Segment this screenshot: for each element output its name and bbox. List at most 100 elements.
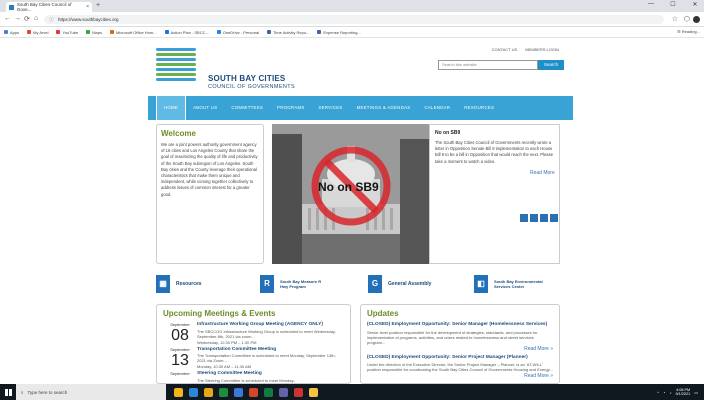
bookmark-item[interactable]: YouTube [56,30,78,35]
bookmark-item[interactable]: My Arvel [27,30,48,35]
measure-r-icon: R [260,275,274,293]
event-item[interactable]: September 13 Transportation Committee Meet… [163,347,344,370]
hero-caption-panel: No on SB9 The South Bay Cities Council o… [429,124,560,264]
event-time: Wednesday, 12:30 PM – 1:30 PM [197,339,257,345]
site-info-icon[interactable]: ⓘ [49,15,54,24]
pinned-apps [174,387,318,397]
slide-dot[interactable] [520,214,528,222]
nav-item-calendar[interactable]: CALENDAR [417,96,457,120]
nav-item-home[interactable]: HOME [156,96,187,120]
tab-close-icon[interactable]: × [86,4,89,10]
taskbar-app-icon[interactable] [294,387,303,397]
update-item: (CLOSED) Employment Opportunity: Senior … [367,322,553,352]
taskbar-app-icon[interactable] [234,387,243,397]
quick-link-measure-r[interactable]: R South Bay Measure R Hwy Program [260,270,330,298]
update-title[interactable]: (CLOSED) Employment Opportunity: Senior … [367,322,553,328]
event-title[interactable]: Transportation Committee Meeting [197,347,344,353]
forward-icon[interactable]: → [14,15,21,22]
volume-icon[interactable]: ♪ [669,390,671,395]
nav-item-about-us[interactable]: ABOUT US [186,96,224,120]
bookmark-label: Apps [10,29,20,35]
welcome-body: We are a joint powers authority governme… [161,142,258,197]
bookmark-item[interactable]: Expense Reporting... [317,30,361,35]
top-links: CONTACT US MEMBERS LOGIN [492,47,559,52]
contact-us-link[interactable]: CONTACT US [492,47,518,52]
update-read-more-link[interactable]: Read More » [367,346,553,352]
extensions-icon[interactable]: ⬡ [684,15,690,23]
quick-link-label: South Bay Environmental Services Center [494,279,543,289]
event-item[interactable]: September Steering Committee Meeting The S… [163,371,344,384]
event-description: The SBCCOG Infrastructure Working Group … [197,328,336,339]
taskbar-app-icon[interactable] [189,387,198,397]
clock[interactable]: 4:08 PM 9/1/2021 [675,388,690,397]
tray-chevron-icon[interactable]: ^ [657,390,659,395]
bookmark-item[interactable]: Action Plan - SBCC... [164,30,209,35]
event-day: 13 [171,351,189,369]
nav-item-services[interactable]: SERVICES [312,96,350,120]
quick-link-environmental[interactable]: ◧ South Bay Environmental Services Cente… [474,270,544,298]
browser-tab[interactable]: South Bay Cities Council of Gove... × [6,2,92,12]
home-icon[interactable]: ⌂ [34,15,38,22]
resources-icon: ▦ [156,275,170,293]
event-title[interactable]: Steering Committee Meeting [197,371,344,377]
bookmark-item[interactable]: Time Activity Repo... [267,30,309,35]
site-logo[interactable]: SOUTH BAY CITIES COUNCIL OF GOVERNMENTS [156,46,306,90]
hero-read-more-link[interactable]: Read More [530,170,555,176]
taskbar-app-icon[interactable] [174,387,183,397]
taskbar-app-icon[interactable] [309,387,318,397]
minimize-icon[interactable]: — [646,1,656,8]
event-time: Monday, 10:30 AM – 11:30 AM [197,364,252,369]
taskbar-search-placeholder: Type here to search [27,389,68,395]
taskbar-app-icon[interactable] [264,387,273,397]
url-field[interactable]: ⓘ https://www.southbaycities.org [44,15,664,24]
bookmark-item[interactable]: Microsoft Office Hom... [109,30,157,35]
clock-date: 9/1/2021 [675,392,691,396]
website-page: SOUTH BAY CITIES COUNCIL OF GOVERNMENTS … [148,38,573,384]
members-login-link[interactable]: MEMBERS LOGIN [525,47,559,52]
bookmark-favicon-icon [267,30,272,34]
nav-item-programs[interactable]: PROGRAMS [270,96,311,120]
network-icon[interactable]: ◔ [663,390,665,395]
quick-link-resources[interactable]: ▦ Resources [156,270,202,298]
taskbar-app-icon[interactable] [279,387,288,397]
slide-dot[interactable] [550,214,558,222]
slide-dot[interactable] [530,214,538,222]
url-text: https://www.southbaycities.org [58,17,119,22]
nav-item-meetings-agendas[interactable]: MEETINGS & AGENDAS [350,96,418,120]
update-title[interactable]: (CLOSED) Employment Opportunity: Senior … [367,355,553,361]
start-button[interactable] [0,384,16,400]
bookmark-favicon-icon [86,30,91,34]
nav-item-committees[interactable]: COMMITTEES [224,96,270,120]
meetings-title: Upcoming Meetings & Events [163,309,276,318]
new-tab-button[interactable]: + [96,2,100,9]
bookmark-item[interactable]: Apps [4,30,19,35]
bookmark-label: Maps [92,29,102,35]
event-title[interactable]: Infrastructure Working Group Meeting (AG… [197,322,344,328]
maximize-icon[interactable]: ☐ [668,1,678,8]
welcome-panel: Welcome We are a joint powers authority … [156,124,264,264]
profile-avatar[interactable] [693,16,700,23]
nav-item-resources[interactable]: RESOURCES [457,96,501,120]
taskbar-app-icon[interactable] [249,387,258,397]
slider-pager [520,214,558,222]
bookmark-star-icon[interactable]: ☆ [672,15,678,23]
hero-image[interactable]: No on SB9 [272,124,429,264]
taskbar-app-icon[interactable] [219,387,228,397]
bookmark-label: My Arvel [33,29,49,35]
slide-dot[interactable] [540,214,548,222]
taskbar-app-icon[interactable] [204,387,213,397]
reading-list-button[interactable]: ☰ Reading... [677,29,700,34]
close-window-icon[interactable]: ✕ [690,1,700,8]
bookmark-item[interactable]: OneDrive - Personal [216,30,259,35]
site-search-input[interactable]: Search this website [438,60,538,70]
taskbar-search[interactable]: ⌕ Type here to search [16,384,166,400]
site-search-button[interactable]: Search [538,60,564,70]
reload-icon[interactable]: ⟳ [24,15,30,23]
bookmark-favicon-icon [317,30,322,34]
bookmark-item[interactable]: Maps [86,30,102,35]
quick-link-general-assembly[interactable]: G General Assembly [368,270,431,298]
event-item[interactable]: September 08 Infrastructure Working Group … [163,322,344,345]
notifications-icon[interactable]: ▭ [694,390,698,395]
update-read-more-link[interactable]: Read More » [367,373,553,379]
back-icon[interactable]: ← [4,15,11,22]
